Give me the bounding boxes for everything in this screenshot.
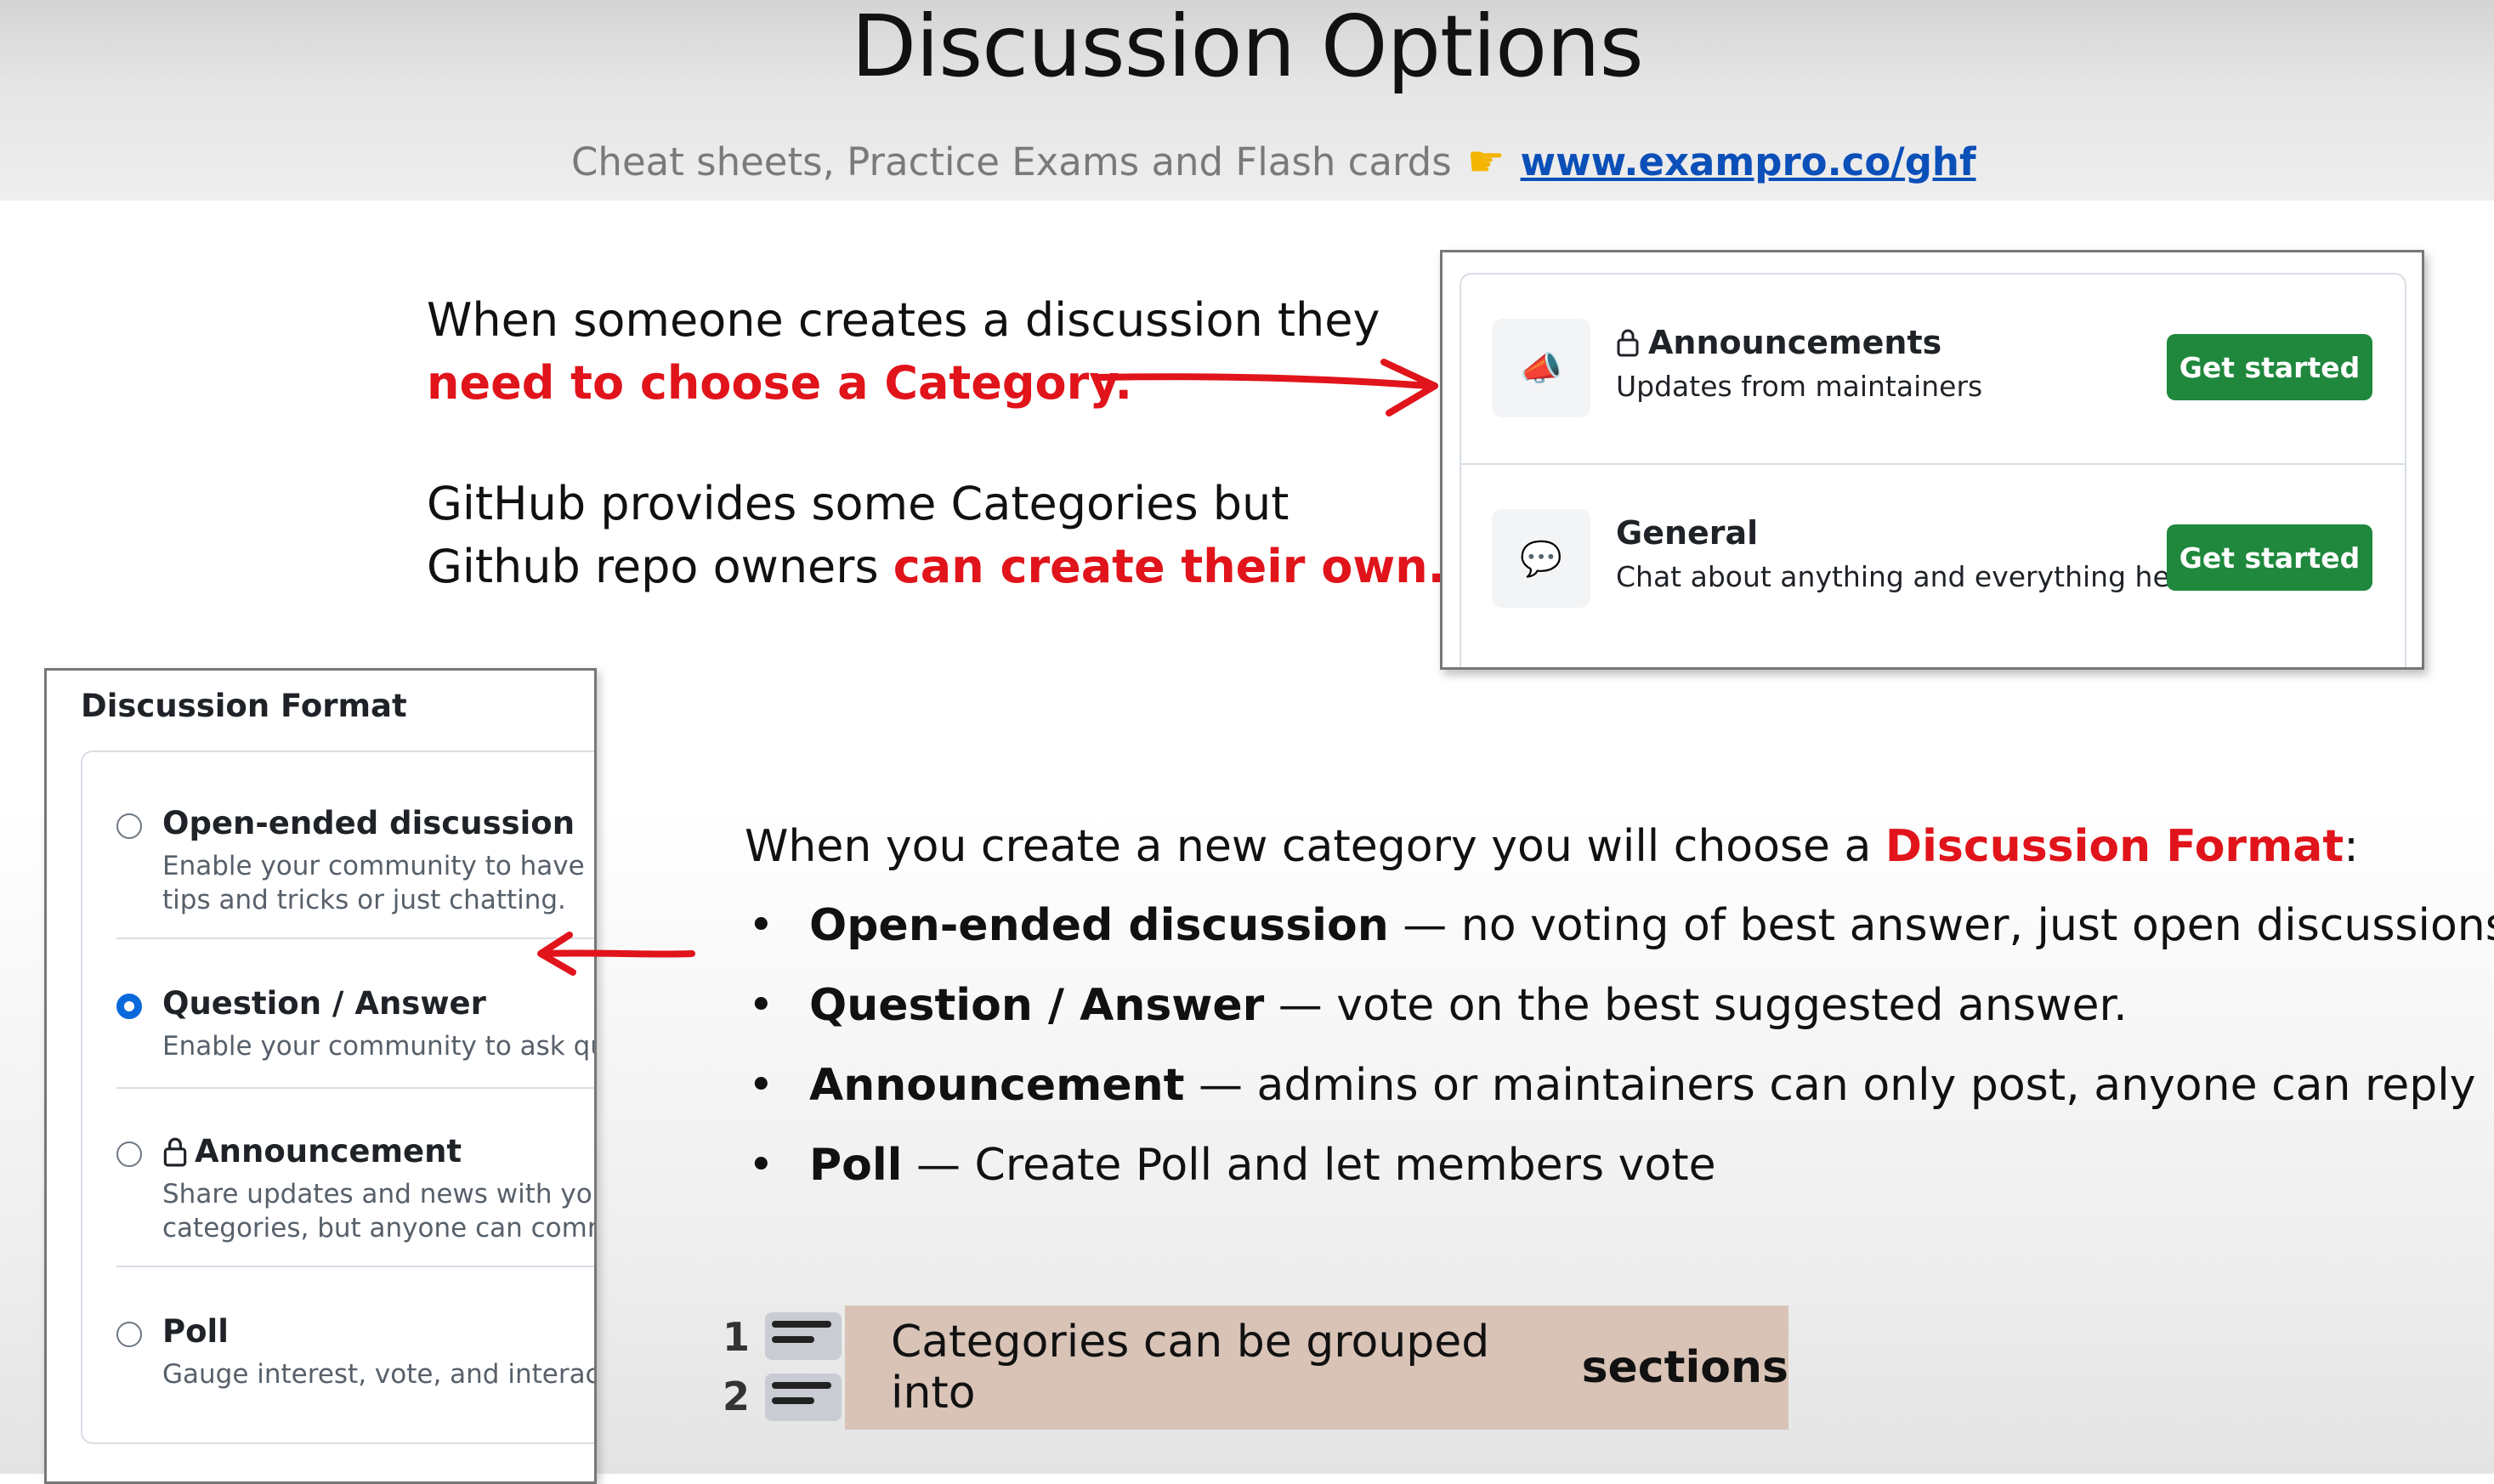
- get-started-button-announcements[interactable]: Get started: [2167, 334, 2372, 400]
- discussion-format-panel: Discussion Format Open-ended discussion …: [44, 668, 597, 1484]
- option-name: Question / Answer: [162, 985, 486, 1022]
- option-name: Announcement: [195, 1133, 462, 1170]
- radio-button[interactable]: [116, 1141, 142, 1167]
- discussion-format-options: Open-ended discussion Enable your commun…: [81, 750, 597, 1444]
- exampro-link[interactable]: www.exampro.co/ghf: [1521, 139, 1976, 184]
- megaphone-icon: 📣: [1492, 319, 1590, 417]
- bullet-item: • Open-ended discussion — no voting of be…: [748, 900, 2494, 951]
- lock-icon: [163, 1137, 187, 1166]
- bullet-item: • Announcement — admins or maintainers ca…: [748, 1060, 2476, 1111]
- red-arrow-left: [537, 932, 695, 976]
- sections-callout: Categories can be grouped into sections: [845, 1306, 1788, 1430]
- category-owner-text: GitHub provides some Categories but Gith…: [427, 473, 1445, 598]
- category-owner-line2: Github repo owners can create their own.: [427, 540, 1446, 593]
- divider: [116, 937, 594, 939]
- red-arrow-right: [1093, 359, 1438, 416]
- category-name: Announcements: [1648, 324, 1942, 361]
- categories-card: 📣 Announcements Updates from maintainers…: [1440, 250, 2424, 670]
- category-name: General: [1616, 514, 1759, 552]
- category-row-general: 💬 General Chat about anything and everyt…: [1461, 463, 2405, 652]
- category-owner-line1: GitHub provides some Categories but: [427, 477, 1290, 530]
- option-desc: Gauge interest, vote, and interact: [162, 1359, 597, 1390]
- pointing-hand-icon: ☛: [1466, 137, 1505, 186]
- divider: [116, 1266, 594, 1267]
- category-desc: Updates from maintainers: [1616, 370, 1983, 403]
- radio-button[interactable]: [116, 813, 142, 839]
- speech-bubble-icon: 💬: [1492, 509, 1590, 608]
- option-desc: Share updates and news with your categori…: [162, 1179, 597, 1243]
- category-row-announcements: 📣 Announcements Updates from maintainers…: [1461, 275, 2405, 462]
- get-started-button-general[interactable]: Get started: [2167, 524, 2372, 591]
- option-name: Open-ended discussion: [162, 805, 575, 841]
- option-name: Poll: [162, 1313, 229, 1350]
- page-title: Discussion Options: [851, 0, 1643, 96]
- option-desc: Enable your community to have co tips and…: [162, 851, 597, 915]
- categories-list: 📣 Announcements Updates from maintainers…: [1460, 273, 2406, 667]
- subtitle-text: Cheat sheets, Practice Exams and Flash c…: [571, 139, 1452, 184]
- category-desc: Chat about anything and everything here: [1616, 560, 2198, 593]
- radio-button-selected[interactable]: [116, 994, 142, 1019]
- category-intro-line1: When someone creates a discussion they: [427, 293, 1380, 347]
- divider: [116, 1087, 594, 1089]
- format-bullet-list: • Open-ended discussion — no voting of be…: [745, 894, 2494, 1214]
- radio-button[interactable]: [116, 1322, 142, 1347]
- bullet-item: • Poll — Create Poll and let members vote: [748, 1140, 1716, 1191]
- numbered-list-icon: 1 2: [717, 1309, 845, 1428]
- bullet-item: • Question / Answer — vote on the best su…: [748, 980, 2128, 1031]
- lock-icon: [1617, 329, 1639, 357]
- option-desc: Enable your community to ask que: [162, 1031, 597, 1062]
- subtitle-row: Cheat sheets, Practice Exams and Flash c…: [571, 136, 1976, 187]
- format-intro: When you create a new category you will …: [745, 821, 2359, 872]
- discussion-format-title: Discussion Format: [81, 688, 407, 724]
